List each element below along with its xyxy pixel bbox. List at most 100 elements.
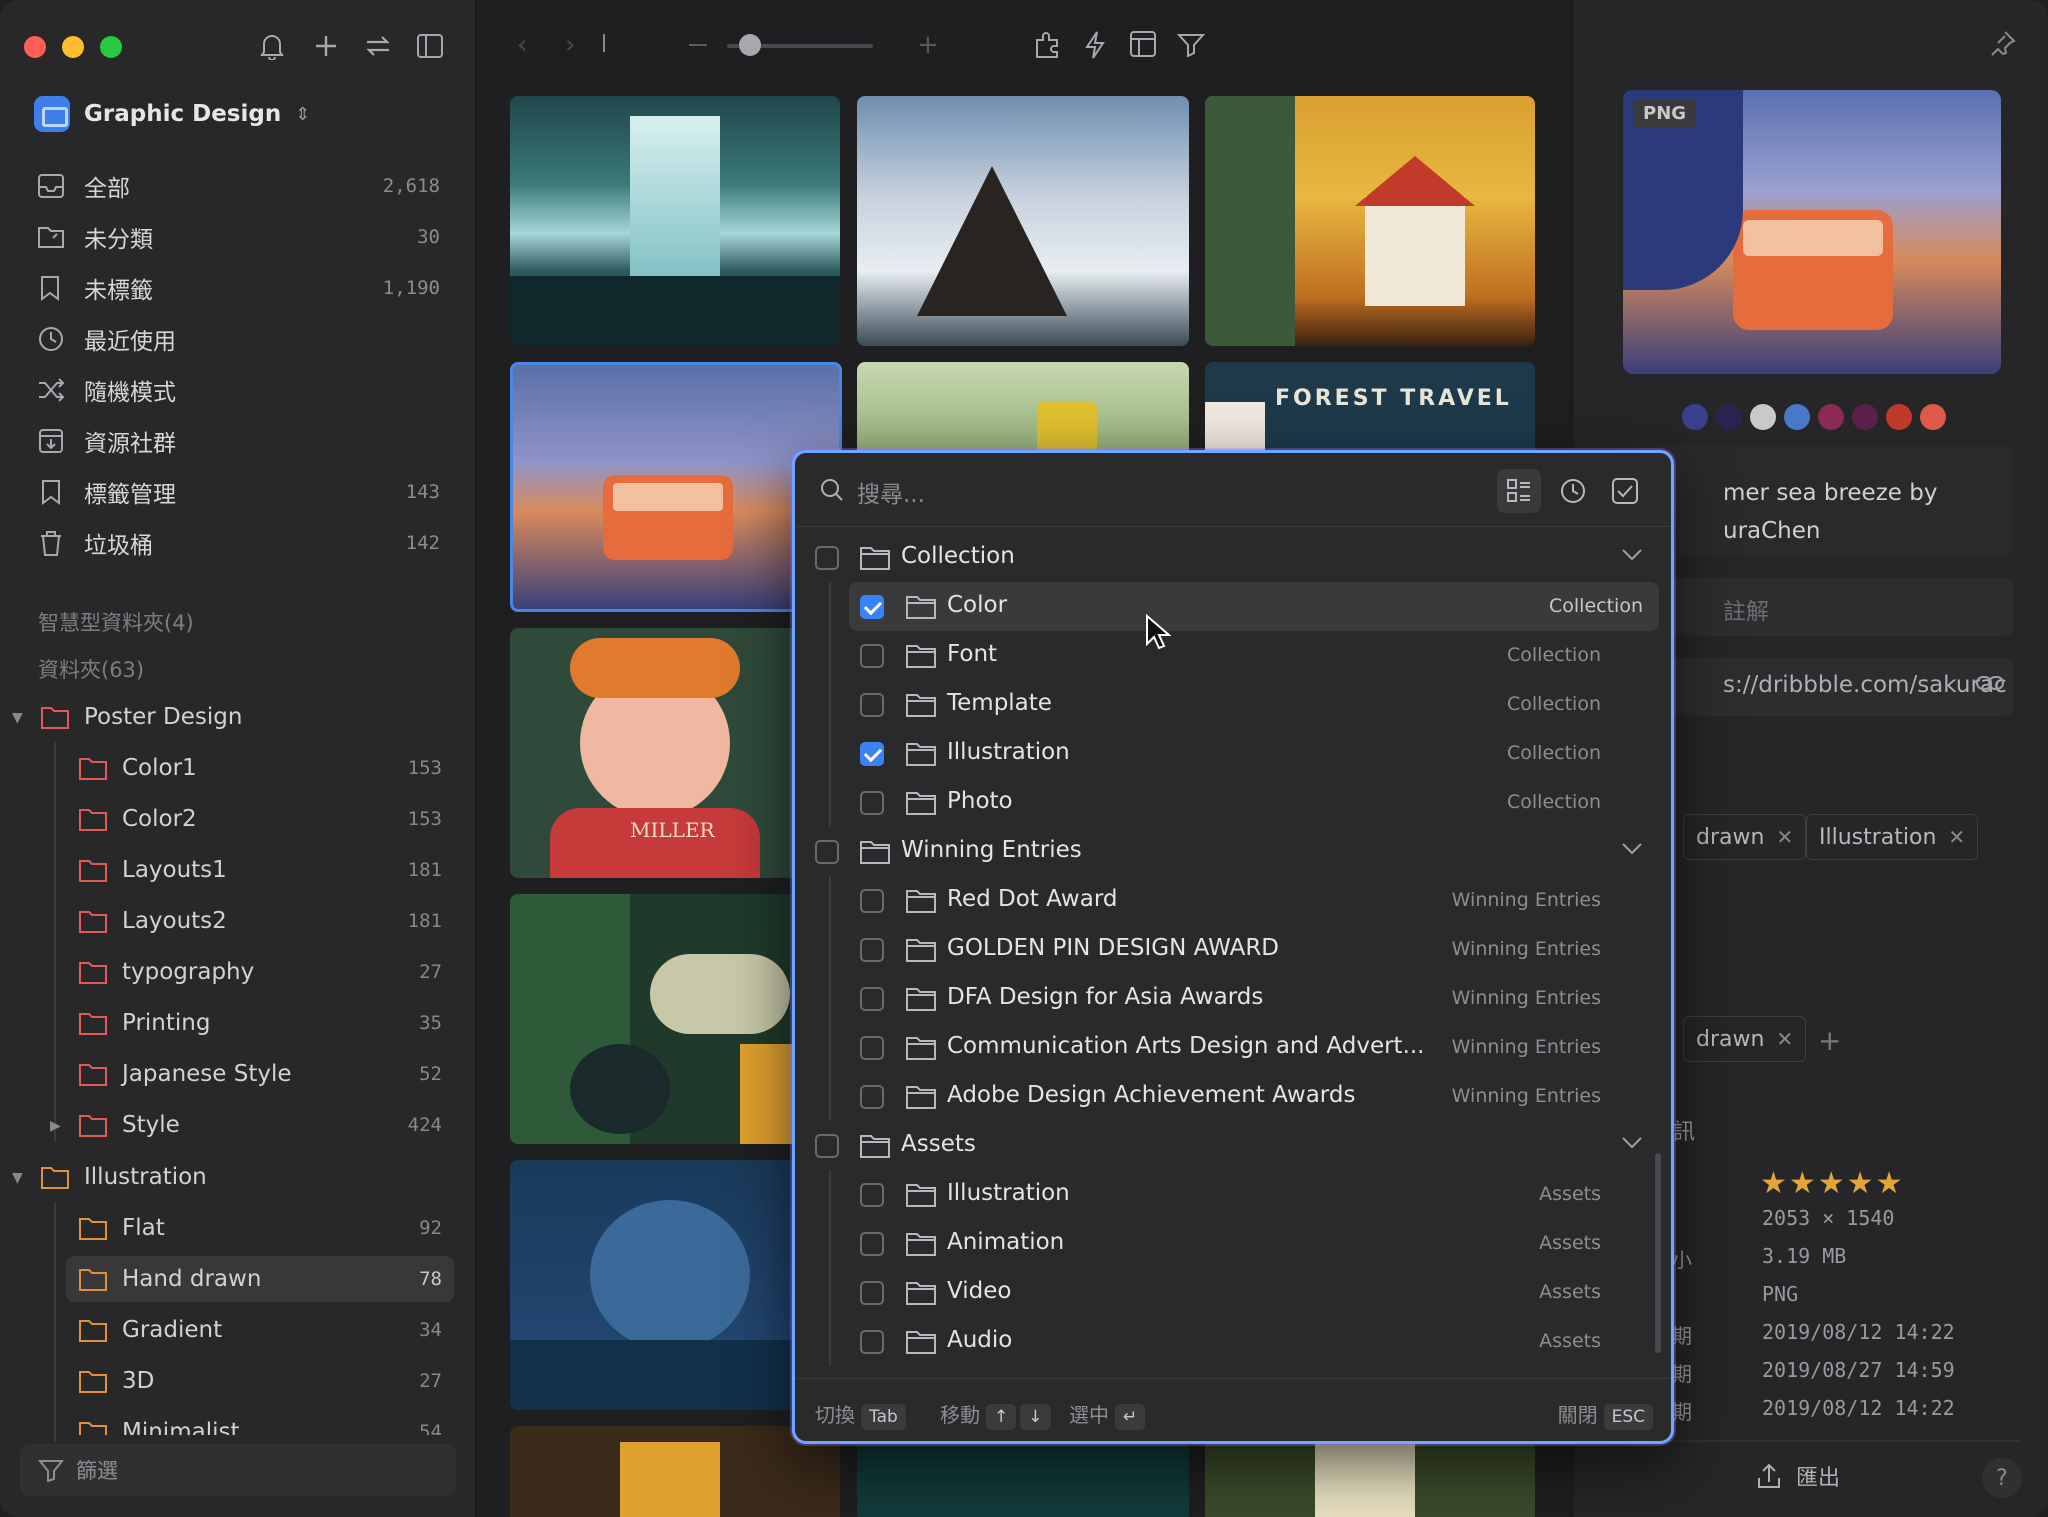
folder-item[interactable]: Color1 153 bbox=[78, 745, 448, 791]
folder-checkbox[interactable] bbox=[860, 1232, 884, 1256]
folder-item[interactable]: Japanese Style 52 bbox=[78, 1051, 448, 1097]
scrollbar[interactable] bbox=[1655, 1153, 1661, 1353]
group-checkbox[interactable] bbox=[815, 546, 839, 570]
folder-checkbox[interactable] bbox=[860, 595, 884, 619]
group-row[interactable]: Collection bbox=[795, 533, 1671, 582]
folder-checkbox[interactable] bbox=[860, 889, 884, 913]
link-icon[interactable] bbox=[1975, 672, 2005, 698]
expand-caret-icon[interactable]: ▼ bbox=[12, 710, 23, 726]
nav-untagged[interactable]: 未標籤 1,190 bbox=[36, 265, 452, 311]
folder-illustration[interactable]: Illustration bbox=[40, 1154, 207, 1200]
color-swatch[interactable] bbox=[1886, 404, 1912, 430]
extension-icon[interactable] bbox=[1033, 30, 1063, 64]
color-swatch[interactable] bbox=[1750, 404, 1776, 430]
help-button[interactable]: ? bbox=[1982, 1458, 2022, 1498]
thumbnail-cabin[interactable] bbox=[857, 96, 1189, 346]
folder-item[interactable]: Printing 35 bbox=[78, 1000, 448, 1046]
folder-checkbox[interactable] bbox=[860, 1085, 884, 1109]
zoom-in-icon[interactable]: + bbox=[917, 30, 939, 60]
folder-row[interactable]: Adobe Design Achievement Awards Winning E… bbox=[795, 1072, 1671, 1121]
tag-chip[interactable]: drawn ✕ bbox=[1683, 814, 1807, 860]
chevron-down-icon[interactable] bbox=[1621, 547, 1643, 566]
color-swatch[interactable] bbox=[1852, 404, 1878, 430]
folder-row[interactable]: GOLDEN PIN DESIGN AWARD Winning Entries bbox=[795, 925, 1671, 974]
folder-row[interactable]: DFA Design for Asia Awards Winning Entrie… bbox=[795, 974, 1671, 1023]
image-preview[interactable]: PNG bbox=[1623, 90, 2001, 374]
smart-folders-header[interactable]: 智慧型資料夾(4) bbox=[38, 607, 194, 637]
group-row[interactable]: Assets bbox=[795, 1121, 1671, 1170]
close-window-button[interactable] bbox=[24, 36, 46, 58]
popup-search-input[interactable]: 搜尋... bbox=[857, 475, 925, 509]
folder-tag-chip[interactable]: drawn ✕ bbox=[1683, 1016, 1807, 1062]
folder-item[interactable]: Color2 153 bbox=[78, 796, 448, 842]
group-checkbox[interactable] bbox=[815, 840, 839, 864]
filter-bar[interactable]: 篩選 bbox=[20, 1444, 456, 1496]
folder-checkbox[interactable] bbox=[860, 938, 884, 962]
folder-item[interactable]: 3D 27 bbox=[78, 1358, 448, 1404]
nav-community[interactable]: 資源社群 bbox=[36, 418, 452, 464]
folder-row[interactable]: Photo Collection bbox=[795, 778, 1671, 827]
group-row[interactable]: Winning Entries bbox=[795, 827, 1671, 876]
folder-item[interactable]: typography 27 bbox=[78, 949, 448, 995]
folder-checkbox[interactable] bbox=[860, 693, 884, 717]
pin-icon[interactable] bbox=[1990, 30, 2016, 62]
nav-tags[interactable]: 標籤管理 143 bbox=[36, 469, 452, 515]
color-swatch[interactable] bbox=[1716, 404, 1742, 430]
thumbnail-waterfall[interactable] bbox=[510, 96, 840, 346]
color-swatch[interactable] bbox=[1920, 404, 1946, 430]
library-switcher[interactable]: Graphic Design ⇕ bbox=[34, 96, 310, 132]
folder-row[interactable]: Illustration Assets bbox=[795, 1170, 1671, 1219]
expand-caret-icon[interactable]: ▼ bbox=[12, 1170, 23, 1186]
bell-icon[interactable] bbox=[254, 28, 290, 64]
folder-checkbox[interactable] bbox=[860, 644, 884, 668]
color-swatch[interactable] bbox=[1818, 404, 1844, 430]
color-swatch[interactable] bbox=[1784, 404, 1810, 430]
zoom-slider-thumb[interactable] bbox=[739, 34, 761, 56]
thumbnail-girl[interactable]: MILLER bbox=[510, 628, 840, 878]
zoom-window-button[interactable] bbox=[100, 36, 122, 58]
close-icon[interactable]: ✕ bbox=[1776, 825, 1793, 849]
folder-checkbox[interactable] bbox=[860, 1183, 884, 1207]
folder-poster-design[interactable]: Poster Design bbox=[40, 694, 242, 740]
folder-checkbox[interactable] bbox=[860, 1036, 884, 1060]
folder-row[interactable]: Illustration Collection bbox=[795, 729, 1671, 778]
expand-caret-icon[interactable]: ▶ bbox=[50, 1118, 61, 1134]
folder-row[interactable]: Animation Assets bbox=[795, 1219, 1671, 1268]
nav-trash[interactable]: 垃圾桶 142 bbox=[36, 520, 452, 566]
rating-stars[interactable]: ★★★★★ bbox=[1760, 1166, 1904, 1201]
sidebar-toggle-icon[interactable] bbox=[412, 28, 448, 64]
folder-checkbox[interactable] bbox=[860, 742, 884, 766]
zoom-out-icon[interactable] bbox=[689, 44, 707, 46]
folder-row[interactable]: Communication Arts Design and Advert... W… bbox=[795, 1023, 1671, 1072]
nav-unfiled[interactable]: 未分類 30 bbox=[36, 214, 452, 260]
folder-item-selected[interactable]: Hand drawn 78 bbox=[78, 1256, 448, 1302]
folder-row[interactable]: Template Collection bbox=[795, 680, 1671, 729]
chevron-down-icon[interactable] bbox=[1621, 1135, 1643, 1154]
close-icon[interactable]: ✕ bbox=[1948, 825, 1965, 849]
folder-item[interactable]: Flat 92 bbox=[78, 1205, 448, 1251]
nav-all[interactable]: 全部 2,618 bbox=[36, 163, 452, 209]
thumbnail-fency[interactable] bbox=[510, 1426, 840, 1517]
folder-row[interactable]: Font Collection bbox=[795, 631, 1671, 680]
folder-row[interactable]: Video Assets bbox=[795, 1268, 1671, 1317]
export-button[interactable]: 匯出 bbox=[1756, 1460, 1840, 1492]
thumbnail-night[interactable] bbox=[510, 1160, 840, 1410]
folder-checkbox[interactable] bbox=[860, 1281, 884, 1305]
add-folder-icon[interactable]: + bbox=[1818, 1024, 1841, 1057]
color-swatch[interactable] bbox=[1682, 404, 1708, 430]
folder-item[interactable]: Style 424 bbox=[78, 1102, 448, 1148]
shortcut-close[interactable]: 關閉 ESC bbox=[1558, 1399, 1653, 1430]
lightning-icon[interactable] bbox=[1083, 30, 1107, 64]
folder-item[interactable]: Gradient 34 bbox=[78, 1307, 448, 1353]
folder-row[interactable]: Audio Assets bbox=[795, 1317, 1671, 1366]
nav-recent[interactable]: 最近使用 bbox=[36, 316, 452, 362]
plus-icon[interactable] bbox=[308, 28, 344, 64]
folder-row[interactable]: Red Dot Award Winning Entries bbox=[795, 876, 1671, 925]
folder-item[interactable]: Layouts1 181 bbox=[78, 847, 448, 893]
forward-arrow-icon[interactable]: › bbox=[565, 30, 575, 60]
folder-row[interactable]: Color Collection bbox=[849, 582, 1659, 631]
folder-checkbox[interactable] bbox=[860, 1330, 884, 1354]
recent-icon[interactable] bbox=[1551, 469, 1595, 513]
list-view-icon[interactable] bbox=[1497, 469, 1541, 513]
folder-checkbox[interactable] bbox=[860, 987, 884, 1011]
